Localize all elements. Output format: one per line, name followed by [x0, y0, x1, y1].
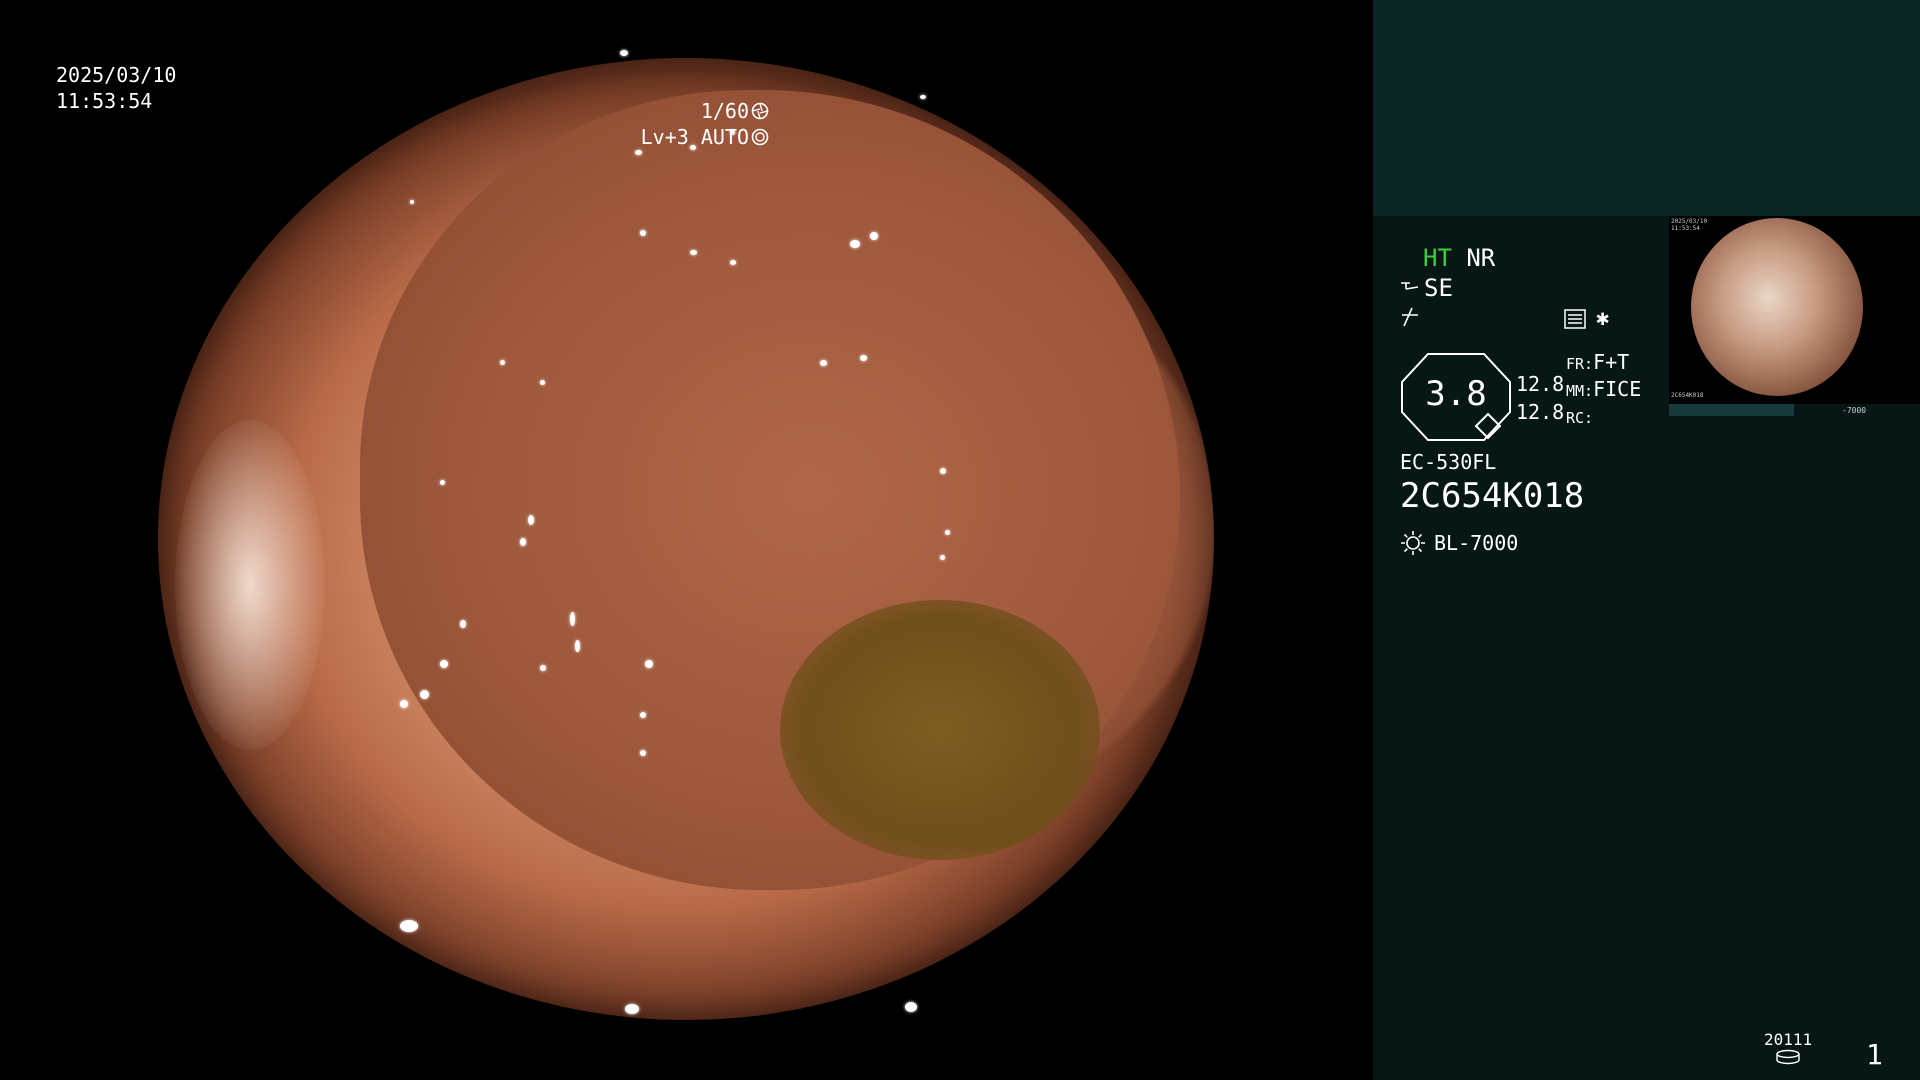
fr-key: FR:: [1566, 355, 1594, 373]
strike-indicator: [1400, 306, 1420, 334]
rc-key: RC:: [1566, 409, 1594, 427]
iris-icon: [751, 128, 769, 146]
specular-highlight: [575, 640, 580, 652]
specular-highlight: [570, 612, 575, 626]
zoom-badge: 3.8: [1400, 352, 1511, 441]
exposure-info: 1/60 Lv+3 AUTO: [641, 98, 769, 150]
specular-highlight: [540, 380, 545, 385]
storage-indicator: 20111: [1764, 1030, 1812, 1069]
specular-highlight: [870, 232, 878, 240]
specular-highlight: [940, 468, 946, 474]
asterisk-icon: ✱: [1596, 306, 1610, 331]
se-label: SE: [1424, 274, 1453, 302]
specular-highlight: [905, 1002, 917, 1012]
time-text: 11:53:54: [56, 89, 153, 113]
zoom-value: 3.8: [1425, 374, 1487, 414]
fr-value: F+T: [1593, 350, 1630, 374]
light-source: BL-7000: [1400, 530, 1518, 556]
mode-icons: ✱: [1564, 306, 1609, 331]
specular-highlight: [640, 712, 646, 718]
mm-value: FICE: [1593, 377, 1642, 401]
specular-highlight: [620, 50, 628, 56]
mm-key: MM:: [1566, 382, 1594, 400]
specular-highlight: [690, 250, 697, 255]
zoom-line-2: 12.8: [1516, 400, 1565, 424]
zoom-readout: 12.8 12.8: [1516, 370, 1564, 426]
thumbnail-serial: 2C654K018: [1671, 392, 1704, 399]
thumbnail-datetime: 2025/03/10 11:53:54: [1671, 218, 1708, 232]
shutter-text: 1/60: [700, 99, 749, 123]
settings-list-icon: [1564, 308, 1586, 329]
specular-highlight: [920, 95, 926, 99]
specular-highlight: [850, 240, 860, 248]
specular-highlight: [460, 620, 466, 628]
specular-highlight: [860, 355, 867, 361]
specular-highlight: [540, 665, 546, 671]
se-mode: SE: [1400, 274, 1453, 302]
specular-highlight: [400, 700, 408, 708]
thumbnail-image: [1691, 218, 1863, 396]
storage-count: 20111: [1764, 1030, 1813, 1049]
rim-glare: [175, 420, 325, 750]
specular-highlight: [645, 660, 653, 668]
specular-highlight: [945, 530, 950, 535]
specular-highlight: [640, 750, 646, 756]
datetime-stamp: 2025/03/10 11:53:54: [56, 62, 176, 114]
zoom-line-1: 12.8: [1516, 372, 1565, 396]
strike-icon: [1402, 307, 1418, 327]
processing-modes: HT NR: [1423, 244, 1495, 272]
date-text: 2025/03/10: [56, 63, 177, 87]
specular-highlight: [635, 150, 642, 155]
aperture-icon: [751, 102, 769, 120]
image-settings: FR:F+T MM:FICE RC:: [1566, 350, 1641, 431]
lamp-icon: [1401, 531, 1425, 555]
specular-highlight: [400, 920, 418, 932]
specular-highlight: [528, 515, 534, 525]
specular-highlight: [820, 360, 827, 366]
specular-highlight: [640, 230, 646, 236]
captured-thumbnail[interactable]: 2025/03/10 11:53:54 2C654K018: [1669, 216, 1920, 404]
status-panel-header: [1373, 0, 1920, 216]
scope-model: EC-530FL: [1400, 450, 1497, 474]
level-text: Lv+3 AUTO: [640, 125, 749, 149]
specular-highlight: [730, 260, 736, 265]
nr-indicator: NR: [1466, 244, 1496, 272]
specular-highlight: [440, 480, 445, 485]
scope-icon: [1401, 282, 1419, 290]
thumbnail-info: -7000: [1842, 406, 1867, 415]
light-source-label: BL-7000: [1434, 531, 1519, 555]
specular-highlight: [940, 555, 945, 560]
specular-highlight: [625, 1004, 639, 1014]
specular-highlight: [410, 200, 414, 204]
specular-highlight: [440, 660, 448, 668]
ht-indicator: HT: [1423, 244, 1452, 272]
specular-highlight: [500, 360, 505, 365]
disk-icon: [1776, 1049, 1800, 1065]
fluid-pool: [780, 600, 1100, 860]
thumbnail-bar: [1669, 404, 1794, 416]
page-number: 1: [1866, 1038, 1883, 1071]
specular-highlight: [520, 538, 526, 546]
endoscope-live-view: 2025/03/10 11:53:54 1/60 Lv+3 AUTO: [0, 0, 1373, 1080]
scope-serial: 2C654K018: [1400, 476, 1585, 516]
specular-highlight: [420, 690, 429, 699]
